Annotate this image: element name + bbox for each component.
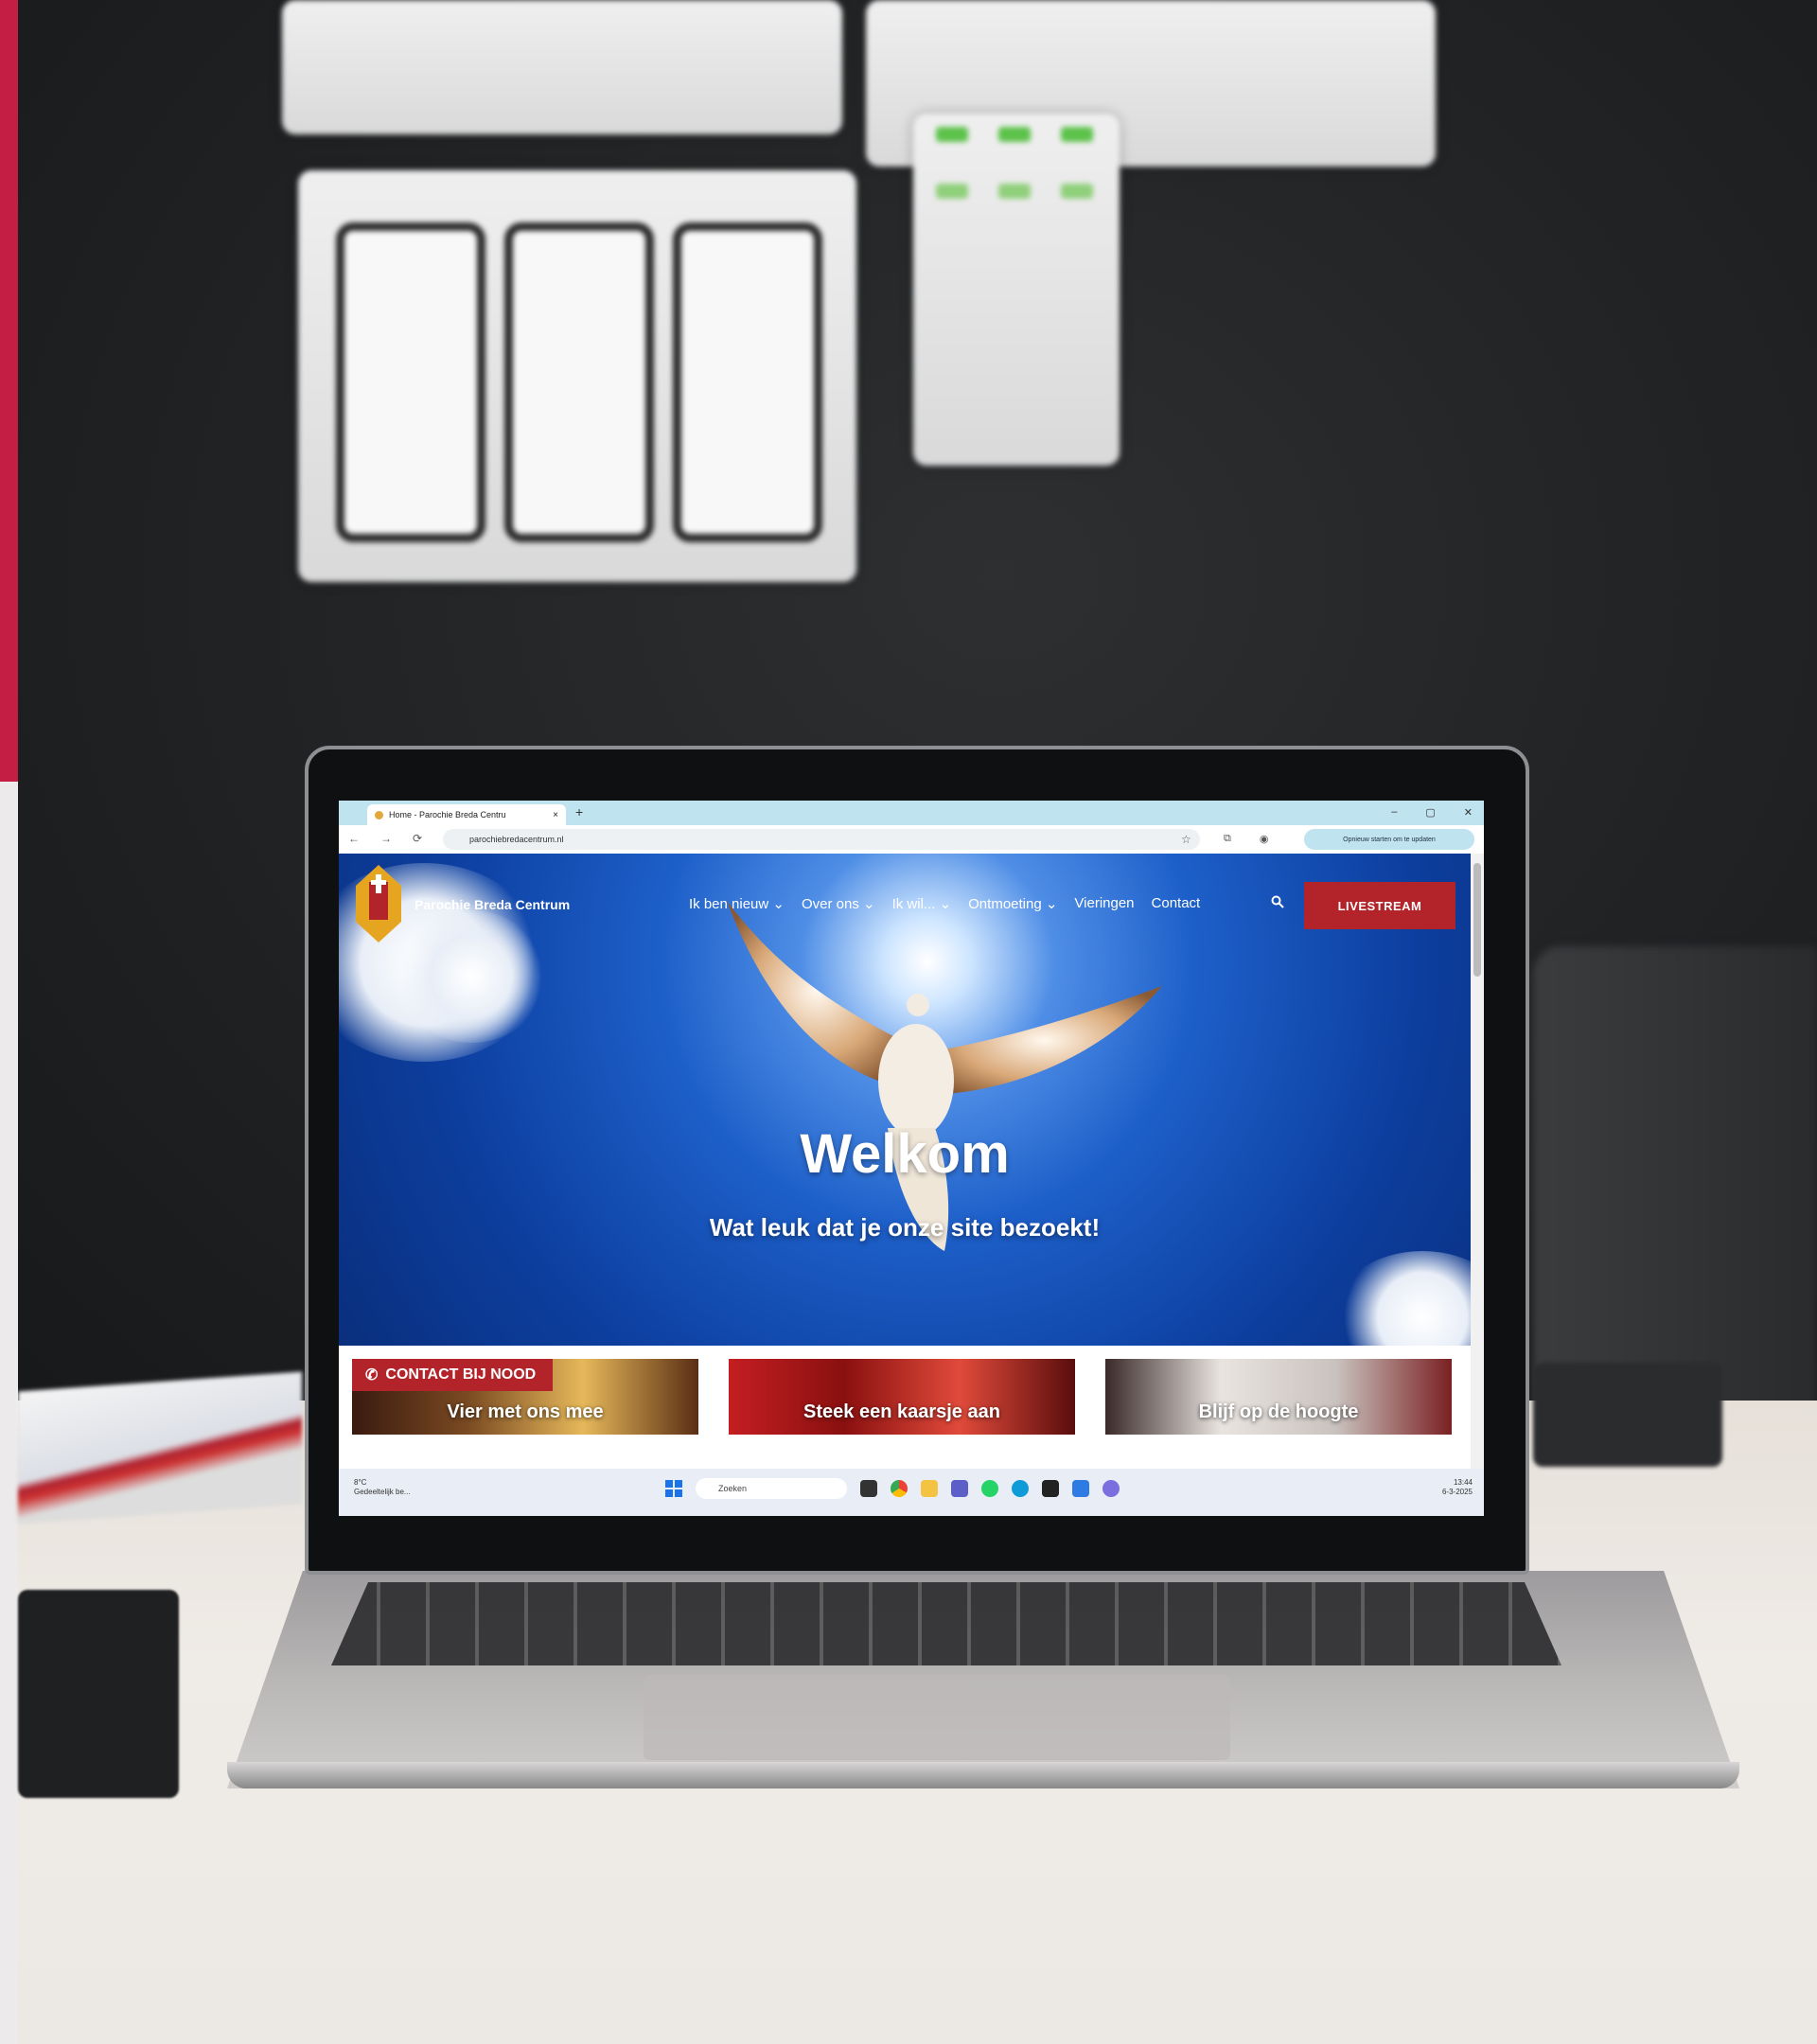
contact-bij-nood-button[interactable]: ✆ CONTACT BIJ NOOD (352, 1359, 553, 1391)
parish-logo[interactable] (356, 865, 401, 943)
phone-icon: ✆ (365, 1367, 379, 1383)
teams-icon[interactable] (951, 1480, 968, 1497)
sticky-mark (1061, 184, 1093, 199)
wall-poster-top-left (282, 0, 842, 134)
tablet-device (18, 1590, 179, 1798)
sticky-mark (936, 127, 968, 142)
sticky-mark (936, 184, 968, 199)
back-button[interactable]: ← (348, 832, 360, 845)
phone-on-desk (1533, 1363, 1722, 1467)
card-label: Vier met ons mee (447, 1401, 604, 1422)
search-icon[interactable] (1271, 895, 1284, 908)
nav-item-contact[interactable]: Contact (1152, 895, 1201, 912)
laptop-front-edge (227, 1762, 1739, 1788)
card-label: Blijf op de hoogte (1198, 1401, 1359, 1422)
weather-widget[interactable]: 8°C Gedeeltelijk be... (354, 1478, 411, 1497)
file-explorer-icon[interactable] (860, 1480, 877, 1497)
update-button[interactable]: Opnieuw starten om te updaten (1304, 829, 1474, 850)
photo-scene: Home - Parochie Breda Centru × + – ▢ ✕ ←… (0, 0, 1817, 2044)
system-tray[interactable]: 13:44 6-3-2025 (1442, 1478, 1473, 1497)
laptop-trackpad (644, 1675, 1230, 1760)
folder-icon[interactable] (921, 1480, 938, 1497)
phone-sketch (673, 222, 822, 542)
bookmark-star-icon[interactable]: ☆ (1181, 833, 1191, 846)
url-text: parochiebredacentrum.nl (469, 835, 564, 844)
scrollbar-thumb[interactable] (1473, 863, 1481, 977)
taskbar-search[interactable]: Zoeken (696, 1478, 847, 1499)
card-label: Steek een kaarsje aan (803, 1401, 1000, 1422)
taskbar-apps: Zoeken (665, 1478, 1120, 1499)
windows-taskbar: 8°C Gedeeltelijk be... Zoeken 13:44 6-3-… (339, 1469, 1484, 1516)
contact-bij-nood-label: CONTACT BIJ NOOD (385, 1366, 537, 1383)
nav-item-ik-ben-nieuw[interactable]: Ik ben nieuw ⌄ (689, 895, 785, 912)
close-window-button[interactable]: ✕ (1464, 806, 1473, 819)
laptop-keyboard (331, 1582, 1561, 1665)
toolbar-extras: ⧉ ◉ (1224, 833, 1268, 845)
weather-text: Gedeeltelijk be... (354, 1488, 411, 1496)
nav-buttons: ← → ⟳ (348, 832, 422, 845)
nav-item-over-ons[interactable]: Over ons ⌄ (802, 895, 875, 912)
browser-toolbar: ← → ⟳ parochiebredacentrum.nl ☆ ⧉ ◉ Opni… (339, 825, 1484, 855)
phone-sketch (504, 222, 654, 542)
extensions-icon[interactable]: ⧉ (1224, 833, 1231, 845)
address-bar[interactable]: parochiebredacentrum.nl (443, 829, 1200, 850)
app-icon[interactable] (1042, 1480, 1059, 1497)
tab-title: Home - Parochie Breda Centru (389, 810, 506, 819)
wall-poster-phones (298, 170, 856, 582)
forward-button[interactable]: → (380, 832, 392, 845)
browser-tab-bar: Home - Parochie Breda Centru × + – ▢ ✕ (339, 801, 1484, 825)
hero-title: Welkom (800, 1123, 1010, 1185)
windows-icon[interactable] (665, 1480, 682, 1497)
chat-icon[interactable] (1103, 1480, 1120, 1497)
window-controls: – ▢ ✕ (1391, 806, 1473, 819)
onedrive-icon[interactable] (1072, 1480, 1089, 1497)
whatsapp-icon[interactable] (981, 1480, 998, 1497)
browser-tab-active[interactable]: Home - Parochie Breda Centru × (367, 804, 566, 825)
nav-item-ontmoeting[interactable]: Ontmoeting ⌄ (968, 895, 1057, 912)
hero-subtitle: Wat leuk dat je onze site bezoekt! (709, 1213, 1101, 1242)
clock-date: 6-3-2025 (1441, 1488, 1473, 1496)
sticky-mark (1061, 127, 1093, 142)
profile-icon[interactable]: ◉ (1260, 833, 1269, 845)
red-accent-bar (0, 0, 18, 782)
page-scrollbar[interactable] (1471, 854, 1484, 1469)
nav-item-ik-wil[interactable]: Ik wil... ⌄ (892, 895, 952, 912)
sticky-mark (998, 127, 1031, 142)
sticky-mark (998, 184, 1031, 199)
cloud (1332, 1251, 1471, 1346)
laptop-screen: Home - Parochie Breda Centru × + – ▢ ✕ ←… (339, 801, 1484, 1516)
edge-icon[interactable] (1012, 1480, 1029, 1497)
main-navigation: Ik ben nieuw ⌄ Over ons ⌄ Ik wil... ⌄ On… (689, 895, 1200, 912)
taskbar-search-text: Zoeken (718, 1484, 748, 1493)
reload-button[interactable]: ⟳ (413, 832, 422, 845)
weather-temp: 8°C (354, 1478, 367, 1487)
cloud (396, 910, 547, 1043)
maximize-button[interactable]: ▢ (1425, 806, 1435, 819)
livestream-button[interactable]: LIVESTREAM (1304, 882, 1455, 929)
new-tab-button[interactable]: + (575, 804, 583, 819)
wall-note-green (913, 114, 1120, 466)
nav-item-vieringen[interactable]: Vieringen (1074, 895, 1134, 912)
feature-cards: Vier met ons mee Steek een kaarsje aan B… (339, 1346, 1471, 1469)
site-name[interactable]: Parochie Breda Centrum (415, 897, 570, 912)
minimize-button[interactable]: – (1391, 806, 1397, 819)
stack-of-papers (18, 1371, 302, 1524)
clock-time: 13:44 (1453, 1478, 1473, 1487)
phone-sketch (336, 222, 485, 542)
card-steek-een-kaarsje-aan[interactable]: Steek een kaarsje aan (729, 1359, 1075, 1435)
tab-close-icon[interactable]: × (553, 810, 558, 820)
favicon-icon (375, 810, 383, 819)
chrome-icon[interactable] (891, 1480, 908, 1497)
hero-banner: Parochie Breda Centrum Ik ben nieuw ⌄ Ov… (339, 854, 1471, 1346)
left-margin (0, 782, 18, 2044)
card-blijf-op-de-hoogte[interactable]: Blijf op de hoogte (1105, 1359, 1452, 1435)
